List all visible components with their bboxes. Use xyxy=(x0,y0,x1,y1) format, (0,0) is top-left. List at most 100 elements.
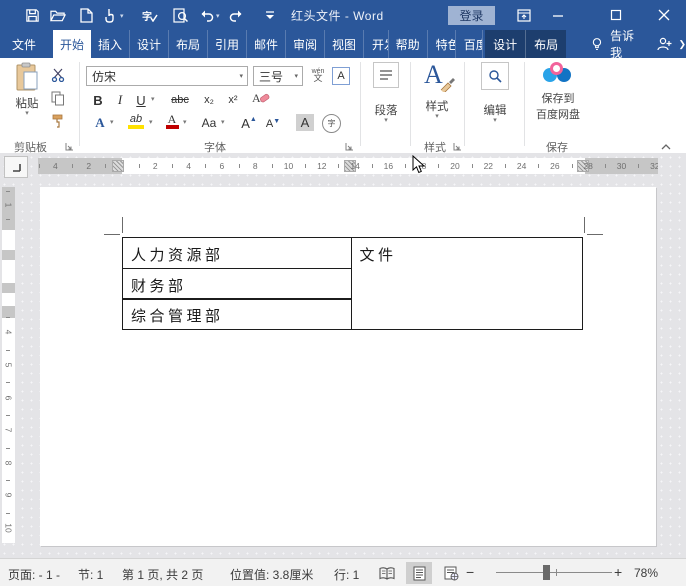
tab-insert[interactable]: 插入 xyxy=(91,30,130,58)
tab-stop-selector[interactable] xyxy=(4,156,28,178)
font-color-button[interactable]: A xyxy=(164,112,180,130)
tab-home[interactable]: 开始 xyxy=(53,30,91,58)
chevron-down-icon[interactable]: ▾ xyxy=(290,72,302,80)
table-cell-hr-dept[interactable]: 人力资源部 xyxy=(122,237,352,269)
grow-font-button[interactable]: A ▲ xyxy=(240,114,258,132)
text-effects-dropdown[interactable]: ▾ xyxy=(110,119,114,126)
font-size-combo[interactable]: 三号 ▾ xyxy=(253,66,303,86)
paragraph-group-button[interactable]: 段落 ▾ xyxy=(364,62,408,124)
underline-button[interactable]: U xyxy=(134,91,148,109)
bold-button[interactable]: B xyxy=(90,91,106,109)
zoom-out-button[interactable]: − xyxy=(466,564,474,580)
change-case-dropdown[interactable]: ▾ xyxy=(221,119,225,126)
tab-file[interactable]: 文件 xyxy=(0,30,48,58)
touch-mode-dropdown[interactable]: ▾ xyxy=(120,12,124,20)
tell-me-box[interactable]: 告诉我 xyxy=(592,29,642,60)
font-dialog-launcher[interactable] xyxy=(344,139,354,151)
new-document-icon[interactable] xyxy=(78,7,94,23)
table-row-marker[interactable] xyxy=(2,250,15,260)
phonetic-guide-button[interactable]: wén 文 xyxy=(308,66,328,84)
tab-view[interactable]: 视图 xyxy=(325,30,364,58)
cut-icon[interactable] xyxy=(50,66,66,84)
tab-special-features[interactable]: 特色功 xyxy=(428,30,456,58)
open-icon[interactable] xyxy=(50,7,66,23)
status-page-count[interactable]: 第 1 页, 共 2 页 xyxy=(122,566,203,583)
paragraph-dropdown[interactable]: ▾ xyxy=(384,117,388,124)
chevron-down-icon[interactable]: ▾ xyxy=(235,72,247,80)
table-row-marker[interactable] xyxy=(2,283,15,293)
editing-dropdown[interactable]: ▾ xyxy=(493,117,497,124)
table-cell-finance-dept[interactable]: 财务部 xyxy=(122,267,352,300)
undo-dropdown[interactable]: ▾ xyxy=(216,12,220,20)
tab-references[interactable]: 引用 xyxy=(208,30,247,58)
text-effects-button[interactable]: A xyxy=(92,114,108,132)
shrink-font-button[interactable]: A ▼ xyxy=(264,115,282,133)
character-shading-button[interactable]: A xyxy=(296,114,314,131)
customize-quick-access-icon[interactable] xyxy=(262,7,278,23)
ribbon-display-options-icon[interactable] xyxy=(512,5,536,25)
zoom-in-button[interactable]: + xyxy=(614,564,622,580)
page[interactable]: 人力资源部 财务部 综合管理部 文件 xyxy=(40,187,656,546)
read-mode-button[interactable] xyxy=(374,562,400,584)
paste-button[interactable]: 粘贴 ▾ xyxy=(8,62,46,117)
tab-help[interactable]: 帮助 xyxy=(389,30,428,58)
share-person-icon[interactable] xyxy=(656,30,673,58)
tab-table-design[interactable]: 设计 xyxy=(485,30,527,58)
tab-review[interactable]: 审阅 xyxy=(286,30,325,58)
table-column-marker[interactable] xyxy=(112,160,124,172)
styles-dialog-launcher[interactable] xyxy=(452,139,462,151)
print-layout-button[interactable] xyxy=(406,562,432,584)
save-icon[interactable] xyxy=(24,7,40,23)
zoom-level[interactable]: 78% xyxy=(634,566,658,580)
tab-layout[interactable]: 布局 xyxy=(169,30,208,58)
font-color-dropdown[interactable]: ▾ xyxy=(183,119,187,126)
redo-icon[interactable] xyxy=(228,7,244,23)
web-layout-button[interactable] xyxy=(438,562,464,584)
tab-table-layout[interactable]: 布局 xyxy=(526,30,566,58)
maximize-button[interactable] xyxy=(604,5,628,25)
character-border-button[interactable]: A xyxy=(332,67,350,85)
format-painter-icon[interactable] xyxy=(50,112,66,130)
highlight-color-button[interactable]: ab xyxy=(126,112,146,130)
clear-formatting-icon[interactable]: A xyxy=(250,89,272,107)
tab-baidu[interactable]: 百度网 xyxy=(456,30,484,58)
undo-icon[interactable] xyxy=(198,7,214,23)
status-position[interactable]: 位置值: 3.8厘米 xyxy=(230,566,313,583)
status-section[interactable]: 节: 1 xyxy=(78,566,103,583)
qat-overflow-chevron[interactable]: ❯ xyxy=(679,30,686,58)
underline-dropdown[interactable]: ▾ xyxy=(151,96,155,103)
zoom-slider-track[interactable] xyxy=(496,572,612,573)
paste-dropdown[interactable]: ▾ xyxy=(25,110,29,117)
styles-dropdown[interactable]: ▾ xyxy=(435,113,439,120)
table-cell-document[interactable]: 文件 xyxy=(350,237,583,330)
status-page-indicator[interactable]: 页面: - 1 - xyxy=(8,566,60,583)
status-line[interactable]: 行: 1 xyxy=(334,566,359,583)
spell-check-icon[interactable]: 字 xyxy=(142,7,158,23)
document-area: 422468101214161820222426283032 1 4567891… xyxy=(0,153,686,558)
superscript-button[interactable]: x² xyxy=(224,91,242,109)
highlight-dropdown[interactable]: ▾ xyxy=(149,119,153,126)
clipboard-dialog-launcher[interactable] xyxy=(64,139,74,151)
tab-mailings[interactable]: 邮件 xyxy=(247,30,286,58)
strikethrough-button[interactable]: abc xyxy=(168,91,192,109)
zoom-slider-thumb[interactable] xyxy=(543,565,550,580)
print-preview-icon[interactable] xyxy=(172,7,188,23)
login-button[interactable]: 登录 xyxy=(448,6,495,25)
enclose-characters-button[interactable]: 字 xyxy=(322,114,341,133)
minimize-button[interactable] xyxy=(546,5,570,25)
italic-button[interactable]: I xyxy=(113,91,127,109)
baidu-save-line1: 保存到 xyxy=(541,93,575,105)
change-case-button[interactable]: Aa xyxy=(198,114,220,132)
table-cell-admin-dept[interactable]: 综合管理部 xyxy=(122,298,352,330)
tab-developer[interactable]: 开发工 xyxy=(364,30,389,58)
mouse-cursor xyxy=(412,154,426,180)
save-to-baidu-button[interactable]: 保存到 百度网盘 xyxy=(528,62,588,122)
tab-design[interactable]: 设计 xyxy=(130,30,169,58)
font-name-combo[interactable]: 仿宋 ▾ xyxy=(86,66,248,86)
close-button[interactable] xyxy=(652,5,676,25)
editing-group-button[interactable]: 编辑 ▾ xyxy=(470,62,520,124)
styles-button[interactable]: A 样式 ▾ xyxy=(414,60,460,120)
touch-mouse-mode-icon[interactable] xyxy=(102,7,118,23)
copy-icon[interactable] xyxy=(50,89,66,107)
subscript-button[interactable]: x₂ xyxy=(200,91,218,109)
